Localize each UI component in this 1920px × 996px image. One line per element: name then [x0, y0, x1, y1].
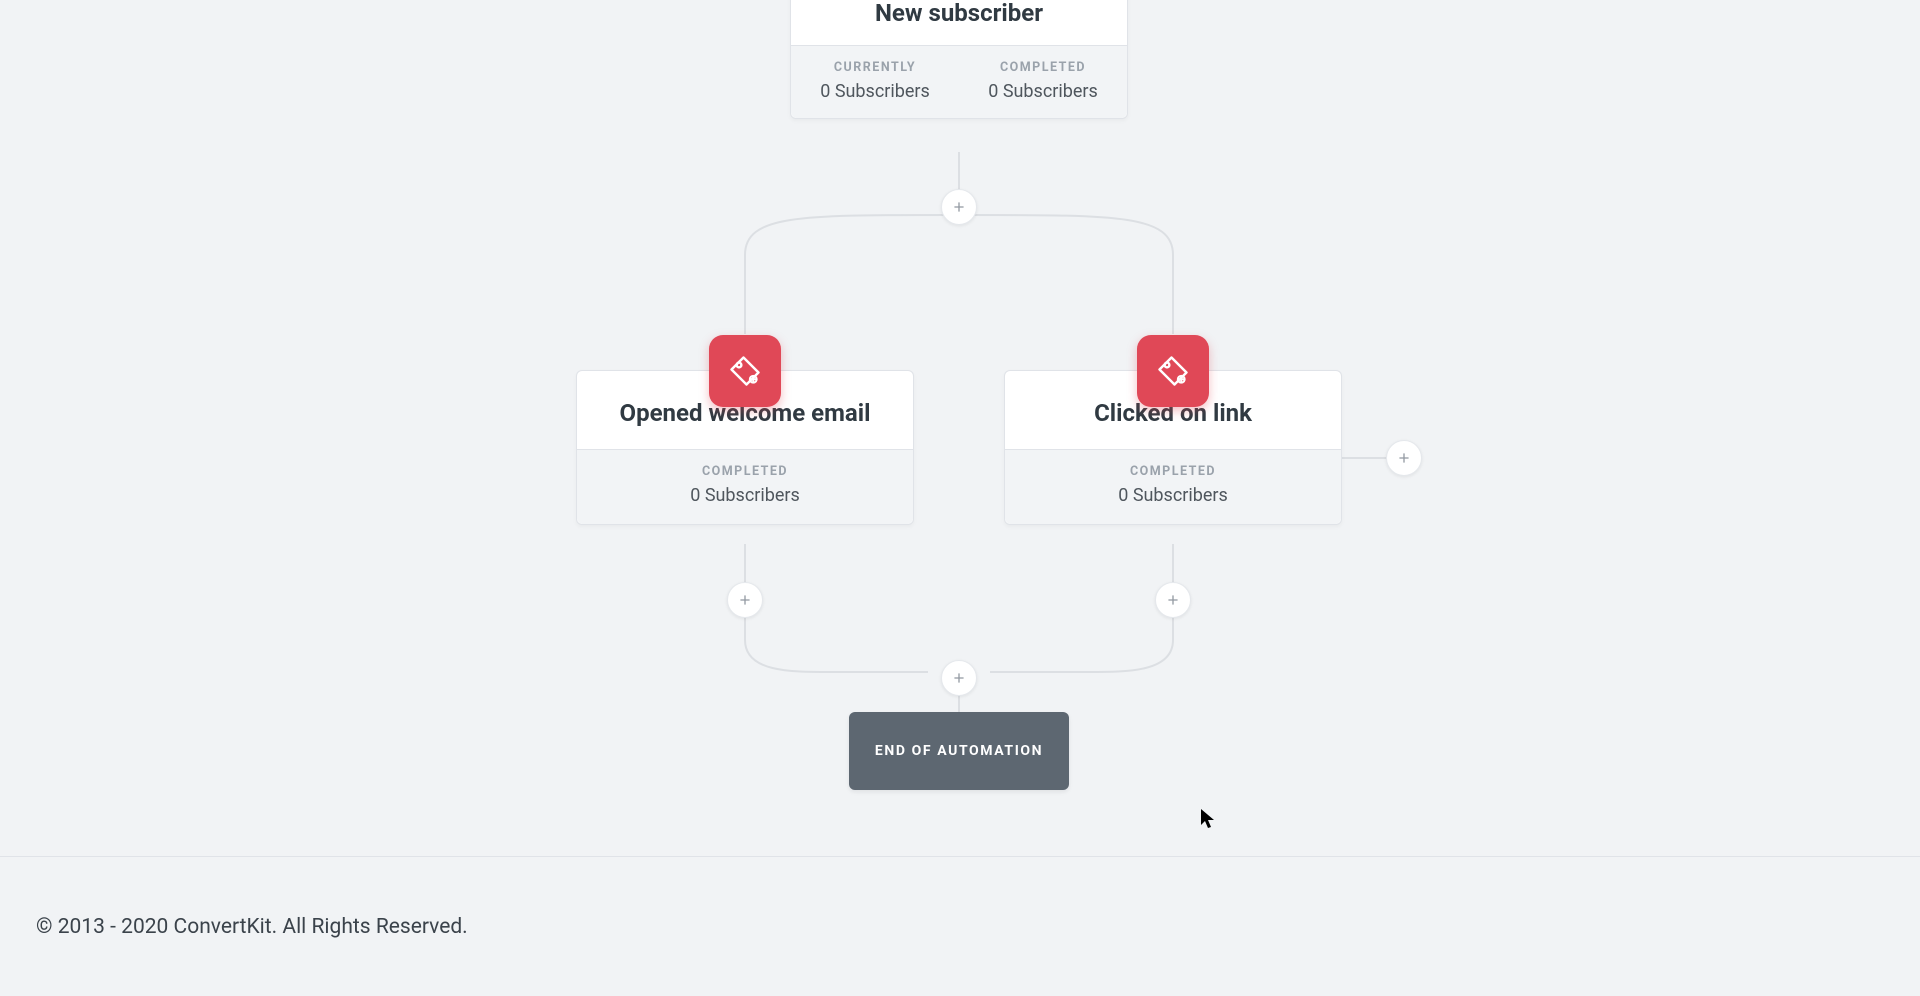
entry-node-head: New subscriber [791, 0, 1127, 45]
branch-node-opened-email[interactable]: Opened welcome email COMPLETED 0 Subscri… [576, 370, 914, 525]
entry-node-stats: CURRENTLY 0 Subscribers COMPLETED 0 Subs… [791, 45, 1127, 118]
add-step-button[interactable] [941, 189, 977, 225]
stat-label: COMPLETED [1013, 464, 1333, 479]
add-step-button[interactable] [941, 660, 977, 696]
stat-label: COMPLETED [967, 60, 1119, 75]
branch-node-stat: COMPLETED 0 Subscribers [1005, 449, 1341, 524]
stat-value: 0 Subscribers [967, 81, 1119, 102]
stat-value: 0 Subscribers [799, 81, 951, 102]
automation-canvas: New subscriber CURRENTLY 0 Subscribers C… [0, 0, 1920, 856]
footer: © 2013 - 2020 ConvertKit. All Rights Res… [0, 857, 1920, 996]
stat-value: 0 Subscribers [1013, 485, 1333, 506]
footer-copyright: © 2013 - 2020 ConvertKit. All Rights Res… [36, 915, 468, 939]
entry-currently-stat: CURRENTLY 0 Subscribers [791, 46, 959, 118]
add-step-button[interactable] [727, 582, 763, 618]
branch-node-clicked-link[interactable]: Clicked on link COMPLETED 0 Subscribers [1004, 370, 1342, 525]
end-label: END OF AUTOMATION [875, 743, 1043, 759]
cursor-icon [1200, 808, 1216, 830]
tag-icon [1137, 335, 1209, 407]
stat-label: CURRENTLY [799, 60, 951, 75]
entry-node[interactable]: New subscriber CURRENTLY 0 Subscribers C… [790, 0, 1128, 119]
end-of-automation: END OF AUTOMATION [849, 712, 1069, 790]
entry-node-title: New subscriber [811, 0, 1107, 27]
entry-completed-stat: COMPLETED 0 Subscribers [959, 46, 1127, 118]
add-branch-button[interactable] [1386, 440, 1422, 476]
stat-value: 0 Subscribers [585, 485, 905, 506]
tag-icon [709, 335, 781, 407]
add-step-button[interactable] [1155, 582, 1191, 618]
branch-node-stat: COMPLETED 0 Subscribers [577, 449, 913, 524]
stat-label: COMPLETED [585, 464, 905, 479]
